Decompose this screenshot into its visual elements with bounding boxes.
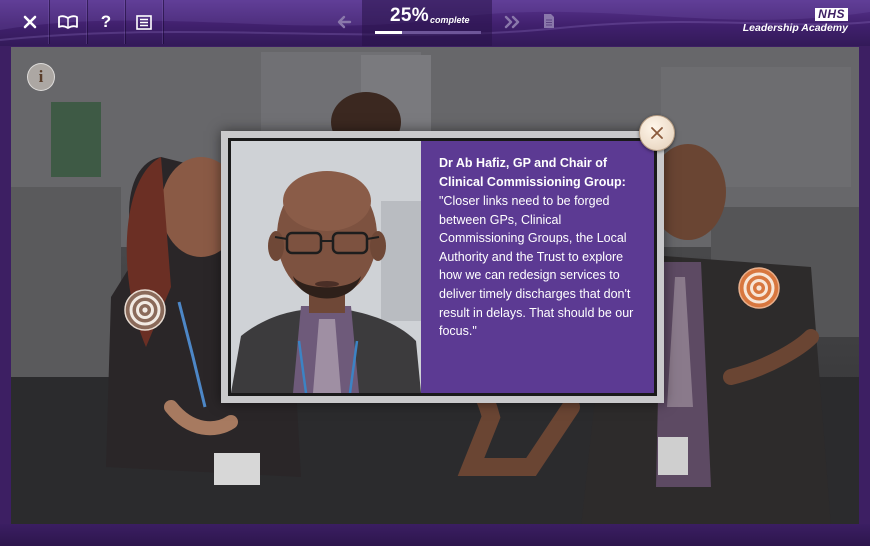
top-toolbar: ? 25% complete NHS Leadership Academy	[0, 0, 870, 46]
back-button[interactable]	[336, 13, 352, 36]
arrow-left-icon	[337, 15, 352, 29]
progress-bar-fill	[375, 31, 402, 34]
bottom-bar	[0, 524, 870, 546]
progress-label: complete	[430, 15, 470, 25]
close-button[interactable]	[11, 0, 50, 44]
dialog-close-button[interactable]	[639, 115, 675, 151]
brand-name: Leadership Academy	[742, 22, 848, 34]
info-button[interactable]: i	[27, 63, 55, 91]
target-icon	[738, 267, 780, 309]
speaker-name: Dr Ab Hafiz, GP and Chair of Clinical Co…	[439, 156, 626, 189]
info-icon: i	[38, 67, 44, 86]
double-chevron-right-icon	[504, 15, 520, 29]
nhs-logo: NHS	[815, 8, 848, 21]
document-button[interactable]	[543, 13, 555, 34]
hotspot-right[interactable]	[738, 267, 780, 309]
progress-percent: 25%	[390, 5, 429, 26]
quote-panel: Dr Ab Hafiz, GP and Chair of Clinical Co…	[421, 141, 654, 393]
speaker-portrait	[231, 141, 421, 393]
quote-text: "Closer links need to be forged between …	[439, 194, 634, 339]
target-icon	[124, 289, 166, 331]
document-icon	[544, 14, 554, 28]
close-icon	[651, 127, 663, 139]
hotspot-left[interactable]	[124, 289, 166, 331]
quote-dialog-content: Dr Ab Hafiz, GP and Chair of Clinical Co…	[228, 138, 657, 396]
help-label: ?	[100, 12, 112, 31]
progress-indicator: 25% complete	[362, 0, 492, 46]
list-icon	[136, 14, 152, 30]
contents-button[interactable]	[125, 0, 164, 44]
quote-dialog: Dr Ab Hafiz, GP and Chair of Clinical Co…	[221, 131, 664, 403]
book-icon	[58, 15, 78, 29]
forward-button[interactable]	[503, 13, 521, 36]
close-icon	[23, 15, 37, 29]
speaker-photo	[231, 141, 421, 393]
help-button[interactable]: ?	[87, 0, 126, 44]
progress-bar-track	[375, 31, 481, 34]
glossary-button[interactable]	[49, 0, 88, 44]
